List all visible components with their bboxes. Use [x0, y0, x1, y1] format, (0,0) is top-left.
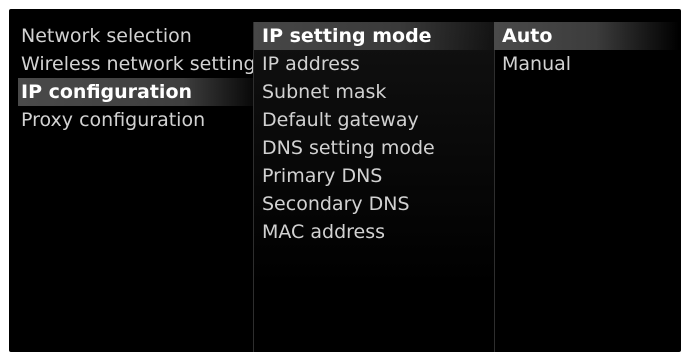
menu-item-mac-address[interactable]: MAC address: [254, 218, 494, 246]
ip-setting-mode-options-column: Auto Manual: [494, 22, 679, 352]
option-manual[interactable]: Manual: [494, 50, 679, 78]
menu-item-primary-dns[interactable]: Primary DNS: [254, 162, 494, 190]
option-auto[interactable]: Auto: [494, 22, 679, 50]
menu-item-ip-configuration[interactable]: IP configuration: [18, 78, 254, 106]
menu-item-dns-setting-mode[interactable]: DNS setting mode: [254, 134, 494, 162]
menu-item-subnet-mask[interactable]: Subnet mask: [254, 78, 494, 106]
ip-configuration-column: IP setting mode IP address Subnet mask D…: [253, 22, 495, 352]
menu-item-wireless-network-setting[interactable]: Wireless network setting: [18, 50, 254, 78]
menu-item-default-gateway[interactable]: Default gateway: [254, 106, 494, 134]
menu-item-ip-setting-mode[interactable]: IP setting mode: [254, 22, 494, 50]
menu-item-network-selection[interactable]: Network selection: [18, 22, 254, 50]
menu-item-secondary-dns[interactable]: Secondary DNS: [254, 190, 494, 218]
tv-menu-screen: Network selection Wireless network setti…: [9, 9, 681, 352]
menu-item-ip-address[interactable]: IP address: [254, 50, 494, 78]
menu-item-proxy-configuration[interactable]: Proxy configuration: [18, 106, 254, 134]
network-menu-column: Network selection Wireless network setti…: [18, 22, 254, 352]
